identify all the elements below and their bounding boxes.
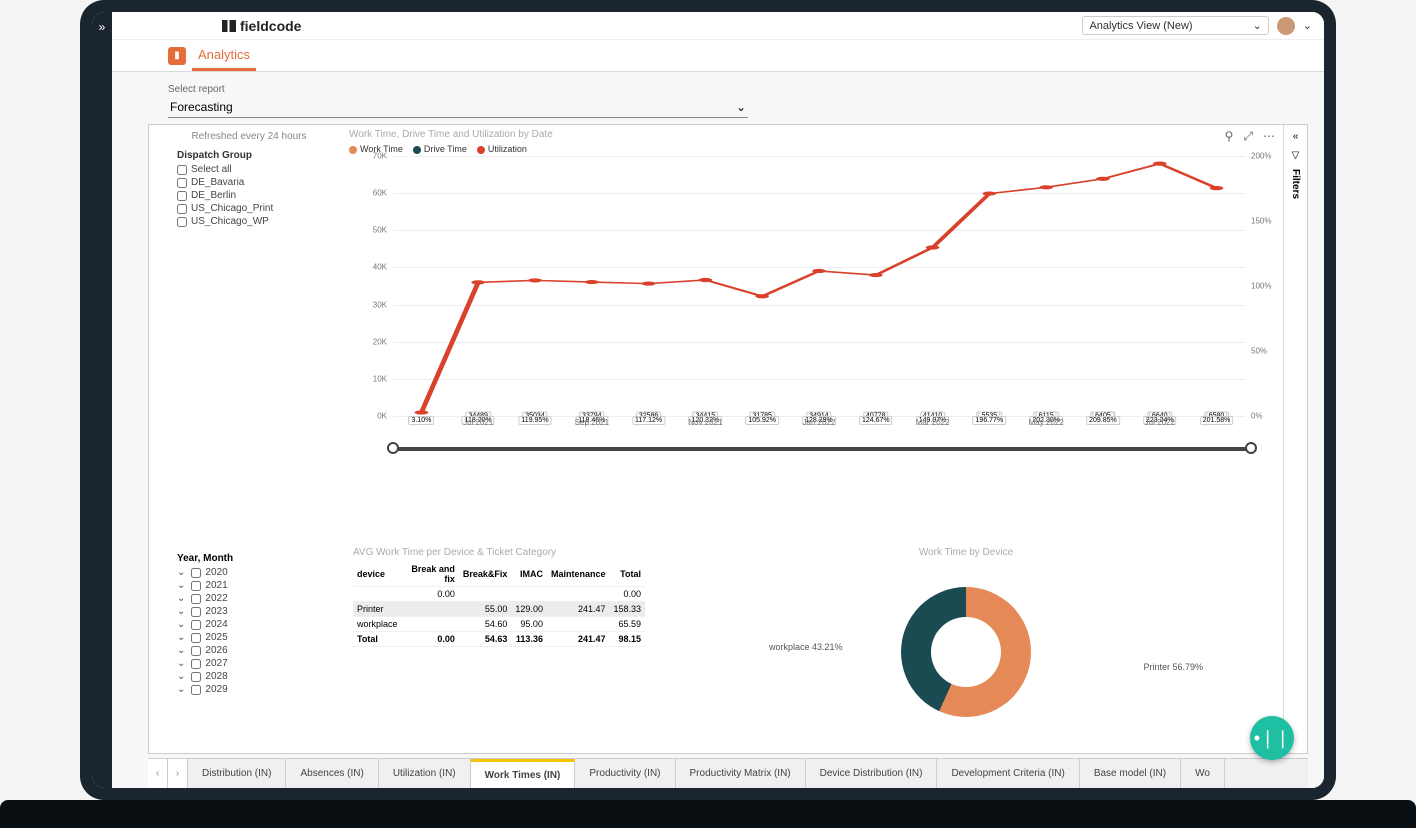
select-report-label: Select report: [168, 84, 1268, 95]
nav-collapse-rail[interactable]: »: [92, 12, 112, 788]
checkbox[interactable]: [191, 659, 201, 669]
slider-handle-left[interactable]: [387, 442, 399, 454]
chevron-down-icon: ⌄: [177, 619, 185, 630]
module-tab-analytics[interactable]: Analytics: [192, 41, 256, 71]
brand-icon: [222, 20, 236, 32]
filters-panel-label[interactable]: Filters: [1290, 169, 1301, 199]
dispatch-group-title: Dispatch Group: [177, 150, 341, 161]
checkbox[interactable]: [177, 165, 187, 175]
chart-legend: Work Time Drive Time Utilization: [349, 144, 1275, 154]
tabs-scroll-right[interactable]: ›: [168, 759, 188, 788]
chevron-down-icon: ⌄: [177, 567, 185, 578]
refresh-note: Refreshed every 24 hours: [157, 131, 341, 142]
combo-chart: 0K10K20K30K40K50K60K70K 0%50%100%150%200…: [369, 156, 1275, 436]
avg-table[interactable]: deviceBreak and fixBreak&FixIMACMaintena…: [353, 562, 645, 647]
brand-logo: fieldcode: [222, 18, 301, 34]
year-option[interactable]: ⌄2021: [157, 579, 341, 592]
dispatch-option[interactable]: DE_Berlin: [157, 189, 341, 202]
chevron-down-icon: ⌄: [736, 100, 746, 114]
slider-handle-right[interactable]: [1245, 442, 1257, 454]
checkbox[interactable]: [191, 568, 201, 578]
year-option[interactable]: ⌄2025: [157, 631, 341, 644]
report-tab[interactable]: Productivity Matrix (IN): [676, 759, 806, 788]
report-tab[interactable]: Utilization (IN): [379, 759, 471, 788]
filter-outline-icon[interactable]: ▽: [1292, 150, 1300, 161]
report-select[interactable]: Forecasting⌄: [168, 97, 748, 118]
avg-table-title: AVG Work Time per Device & Ticket Catego…: [353, 547, 645, 558]
year-option[interactable]: ⌄2027: [157, 657, 341, 670]
chevron-down-icon: ⌄: [177, 606, 185, 617]
checkbox[interactable]: [177, 204, 187, 214]
report-tabs: ‹ › Distribution (IN)Absences (IN)Utiliz…: [148, 758, 1308, 788]
checkbox[interactable]: [191, 607, 201, 617]
donut-chart: [901, 587, 1031, 717]
table-row[interactable]: Total0.0054.63113.36241.4798.15: [353, 632, 645, 647]
donut-label-workplace: workplace 43.21%: [769, 642, 843, 652]
focus-mode-icon[interactable]: ⤢: [1243, 129, 1253, 144]
collapse-filters-icon[interactable]: «: [1293, 131, 1299, 142]
tabs-scroll-left[interactable]: ‹: [148, 759, 168, 788]
checkbox[interactable]: [191, 594, 201, 604]
chat-icon: •❘❘: [1254, 728, 1290, 749]
dispatch-option[interactable]: Select all: [157, 163, 341, 176]
year-option[interactable]: ⌄2022: [157, 592, 341, 605]
year-option[interactable]: ⌄2020: [157, 566, 341, 579]
year-option[interactable]: ⌄2026: [157, 644, 341, 657]
chevron-down-icon: ⌄: [177, 632, 185, 643]
laptop-base: [0, 800, 1416, 828]
help-fab[interactable]: •❘❘: [1250, 716, 1294, 760]
top-bar: fieldcode Analytics View (New)⌄ ⌄: [112, 12, 1324, 40]
time-range-slider[interactable]: [393, 442, 1251, 454]
chevron-right-icon: »: [99, 20, 106, 34]
avatar[interactable]: [1277, 17, 1295, 35]
chart-title: Work Time, Drive Time and Utilization by…: [349, 129, 1275, 140]
report-tab[interactable]: Absences (IN): [286, 759, 378, 788]
report-tab[interactable]: Productivity (IN): [575, 759, 675, 788]
chevron-down-icon: ⌄: [177, 580, 185, 591]
year-month-title: Year, Month: [177, 553, 341, 564]
donut-title: Work Time by Device: [679, 547, 1253, 558]
more-icon[interactable]: ⋯: [1263, 129, 1275, 144]
checkbox[interactable]: [191, 646, 201, 656]
year-option[interactable]: ⌄2029: [157, 683, 341, 696]
report-tab[interactable]: Work Times (IN): [471, 759, 576, 788]
view-selector[interactable]: Analytics View (New)⌄: [1082, 16, 1268, 35]
table-row[interactable]: workplace54.6095.0065.59: [353, 617, 645, 632]
checkbox[interactable]: [191, 633, 201, 643]
table-row[interactable]: Printer55.00129.00241.47158.33: [353, 602, 645, 617]
year-option[interactable]: ⌄2028: [157, 670, 341, 683]
report-tab[interactable]: Base model (IN): [1080, 759, 1181, 788]
report-tab[interactable]: Distribution (IN): [188, 759, 286, 788]
module-tab-bar: ▮ Analytics: [112, 40, 1324, 72]
checkbox[interactable]: [177, 191, 187, 201]
dispatch-option[interactable]: US_Chicago_Print: [157, 202, 341, 215]
filter-icon[interactable]: ⚲: [1225, 129, 1234, 144]
chevron-down-icon: ⌄: [177, 658, 185, 669]
chevron-down-icon: ⌄: [177, 671, 185, 682]
checkbox[interactable]: [191, 685, 201, 695]
checkbox[interactable]: [191, 581, 201, 591]
checkbox[interactable]: [177, 178, 187, 188]
report-tab[interactable]: Device Distribution (IN): [806, 759, 938, 788]
table-row[interactable]: 0.000.00: [353, 587, 645, 602]
analytics-icon: ▮: [168, 47, 186, 65]
chevron-down-icon: ⌄: [1253, 19, 1262, 32]
dispatch-option[interactable]: US_Chicago_WP: [157, 215, 341, 228]
report-tab[interactable]: Wo: [1181, 759, 1225, 788]
chevron-down-icon: ⌄: [177, 645, 185, 656]
chevron-down-icon: ⌄: [177, 684, 185, 695]
dispatch-option[interactable]: DE_Bavaria: [157, 176, 341, 189]
year-option[interactable]: ⌄2024: [157, 618, 341, 631]
donut-label-printer: Printer 56.79%: [1143, 662, 1203, 672]
checkbox[interactable]: [191, 620, 201, 630]
checkbox[interactable]: [191, 672, 201, 682]
chevron-down-icon[interactable]: ⌄: [1303, 19, 1312, 32]
report-tab[interactable]: Development Criteria (IN): [937, 759, 1079, 788]
chevron-down-icon: ⌄: [177, 593, 185, 604]
year-option[interactable]: ⌄2023: [157, 605, 341, 618]
checkbox[interactable]: [177, 217, 187, 227]
